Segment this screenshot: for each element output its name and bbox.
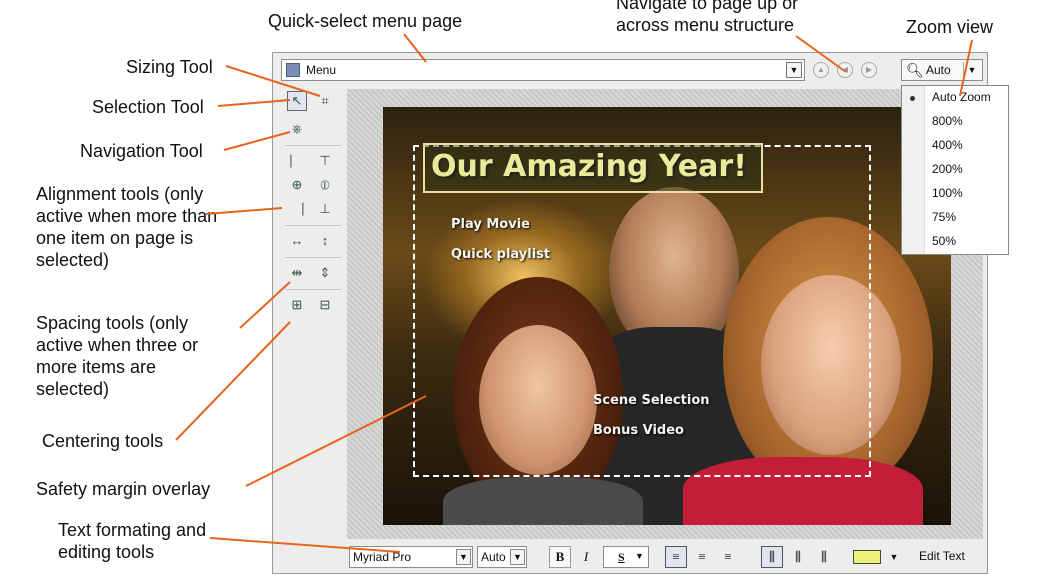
valign-top-icon[interactable]: ⫼ bbox=[761, 546, 783, 568]
size-value: Auto bbox=[481, 550, 506, 564]
text-format-bar: Myriad Pro ▼ Auto ▼ B I S ▼ ≡ ≡ ≡ ⫼ ⫼ ⫼ … bbox=[347, 543, 983, 571]
top-toolbar: Menu ▼ ▲ ◀ ▶ 🔍︎ Auto ▼ bbox=[281, 59, 983, 85]
chevron-down-icon[interactable]: ▼ bbox=[456, 549, 471, 565]
text-formatting-label: Text formating and editing tools bbox=[58, 520, 207, 562]
same-height-icon[interactable]: ↕ bbox=[315, 231, 335, 251]
menu-button-scene-selection[interactable]: Scene Selection bbox=[593, 393, 710, 408]
zoom-dropdown-menu: Auto Zoom 800% 400% 200% 100% 75% 50% bbox=[901, 85, 1009, 255]
edit-text-button[interactable]: Edit Text bbox=[919, 549, 965, 563]
zoom-select[interactable]: 🔍︎ Auto ▼ bbox=[901, 59, 983, 81]
selected-dot-icon bbox=[910, 96, 915, 101]
menu-editor-window: Menu ▼ ▲ ◀ ▶ 🔍︎ Auto ▼ ↖ ⌗ ⎈ ⎸ ⊤ ⊕ ⦶ ⎹ ⊥… bbox=[272, 52, 1009, 574]
selection-tool-label: Selection Tool bbox=[92, 97, 204, 117]
align-center-h-icon[interactable]: ⊕ bbox=[287, 175, 307, 195]
valign-middle-icon[interactable]: ⫼ bbox=[787, 546, 809, 568]
zoom-view-label: Zoom view bbox=[906, 17, 994, 37]
menu-title: Our Amazing Year! bbox=[431, 149, 747, 184]
chevron-down-icon[interactable]: ▼ bbox=[883, 546, 905, 568]
zoom-option[interactable]: Auto Zoom bbox=[932, 90, 991, 104]
magnifier-icon: 🔍︎ bbox=[906, 62, 924, 78]
zoom-value: Auto bbox=[926, 63, 951, 77]
quick-select-label: Quick-select menu page bbox=[268, 11, 463, 31]
valign-bottom-icon[interactable]: ⫼ bbox=[813, 546, 835, 568]
selection-arrow-icon[interactable]: ↖ bbox=[287, 91, 307, 111]
font-select[interactable]: Myriad Pro ▼ bbox=[349, 546, 473, 568]
align-left-icon[interactable]: ⎸ bbox=[287, 151, 307, 171]
zoom-option[interactable]: 400% bbox=[932, 138, 963, 152]
space-h-icon[interactable]: ⇹ bbox=[287, 263, 307, 283]
zoom-option[interactable]: 100% bbox=[932, 186, 963, 200]
navigation-tool-label: Navigation Tool bbox=[80, 141, 203, 161]
sizing-icon[interactable]: ⌗ bbox=[315, 91, 335, 111]
menu-button-quick-playlist[interactable]: Quick playlist bbox=[451, 247, 550, 262]
sizing-tool-label: Sizing Tool bbox=[126, 57, 213, 77]
menu-preview: Our Amazing Year! Play Movie Quick playl… bbox=[383, 107, 951, 525]
girl-shirt bbox=[443, 477, 643, 525]
menu-button-play-movie[interactable]: Play Movie bbox=[451, 217, 530, 232]
align-text-center-icon[interactable]: ≡ bbox=[691, 546, 713, 568]
space-v-icon[interactable]: ⇕ bbox=[315, 263, 335, 283]
shadow-button: S bbox=[618, 550, 625, 564]
zoom-option[interactable]: 800% bbox=[932, 114, 963, 128]
size-select[interactable]: Auto ▼ bbox=[477, 546, 527, 568]
safety-margin-label: Safety margin overlay bbox=[36, 479, 211, 499]
align-bottom-icon[interactable]: ⊥ bbox=[315, 199, 335, 219]
chevron-down-icon[interactable]: ▼ bbox=[963, 62, 980, 78]
navigate-label: Navigate to page up or across menu struc… bbox=[616, 0, 799, 35]
center-v-icon[interactable]: ⊟ bbox=[315, 295, 335, 315]
font-value: Myriad Pro bbox=[353, 550, 412, 564]
left-arrow-icon[interactable]: ◀ bbox=[837, 62, 853, 78]
chevron-down-icon[interactable]: ▼ bbox=[786, 62, 802, 78]
zoom-option[interactable]: 50% bbox=[932, 234, 956, 248]
centering-tools-label: Centering tools bbox=[42, 431, 164, 451]
right-arrow-icon[interactable]: ▶ bbox=[861, 62, 877, 78]
same-width-icon[interactable]: ↔ bbox=[287, 231, 307, 251]
align-top-icon[interactable]: ⊤ bbox=[315, 151, 335, 171]
chevron-down-icon[interactable]: ▼ bbox=[510, 549, 525, 565]
alignment-tools-label: Alignment tools (only active when more t… bbox=[36, 184, 218, 270]
spacing-tools-label: Spacing tools (only active when three or… bbox=[36, 313, 199, 399]
chevron-down-icon[interactable]: ▼ bbox=[632, 549, 647, 565]
center-h-icon[interactable]: ⊞ bbox=[287, 295, 307, 315]
align-text-right-icon[interactable]: ≡ bbox=[717, 546, 739, 568]
align-text-left-icon[interactable]: ≡ bbox=[665, 546, 687, 568]
text-color-swatch[interactable] bbox=[853, 550, 881, 564]
up-arrow-icon[interactable]: ▲ bbox=[813, 62, 829, 78]
menu-button-bonus-video[interactable]: Bonus Video bbox=[593, 423, 684, 438]
menu-icon bbox=[286, 63, 300, 77]
tool-palette: ↖ ⌗ ⎈ ⎸ ⊤ ⊕ ⦶ ⎹ ⊥ ↔ ↕ ⇹ ⇕ ⊞ ⊟ bbox=[283, 89, 343, 389]
italic-button[interactable]: I bbox=[575, 546, 597, 568]
navigation-icon[interactable]: ⎈ bbox=[287, 119, 307, 139]
align-center-v-icon[interactable]: ⦶ bbox=[315, 175, 335, 195]
bold-button[interactable]: B bbox=[549, 546, 571, 568]
menu-page-value: Menu bbox=[306, 63, 337, 77]
align-right-icon[interactable]: ⎹ bbox=[287, 199, 307, 219]
shadow-select[interactable]: S ▼ bbox=[603, 546, 649, 568]
zoom-option[interactable]: 200% bbox=[932, 162, 963, 176]
zoom-option[interactable]: 75% bbox=[932, 210, 956, 224]
menu-title-box[interactable]: Our Amazing Year! bbox=[423, 143, 763, 193]
menu-page-combo[interactable]: Menu ▼ bbox=[281, 59, 805, 81]
